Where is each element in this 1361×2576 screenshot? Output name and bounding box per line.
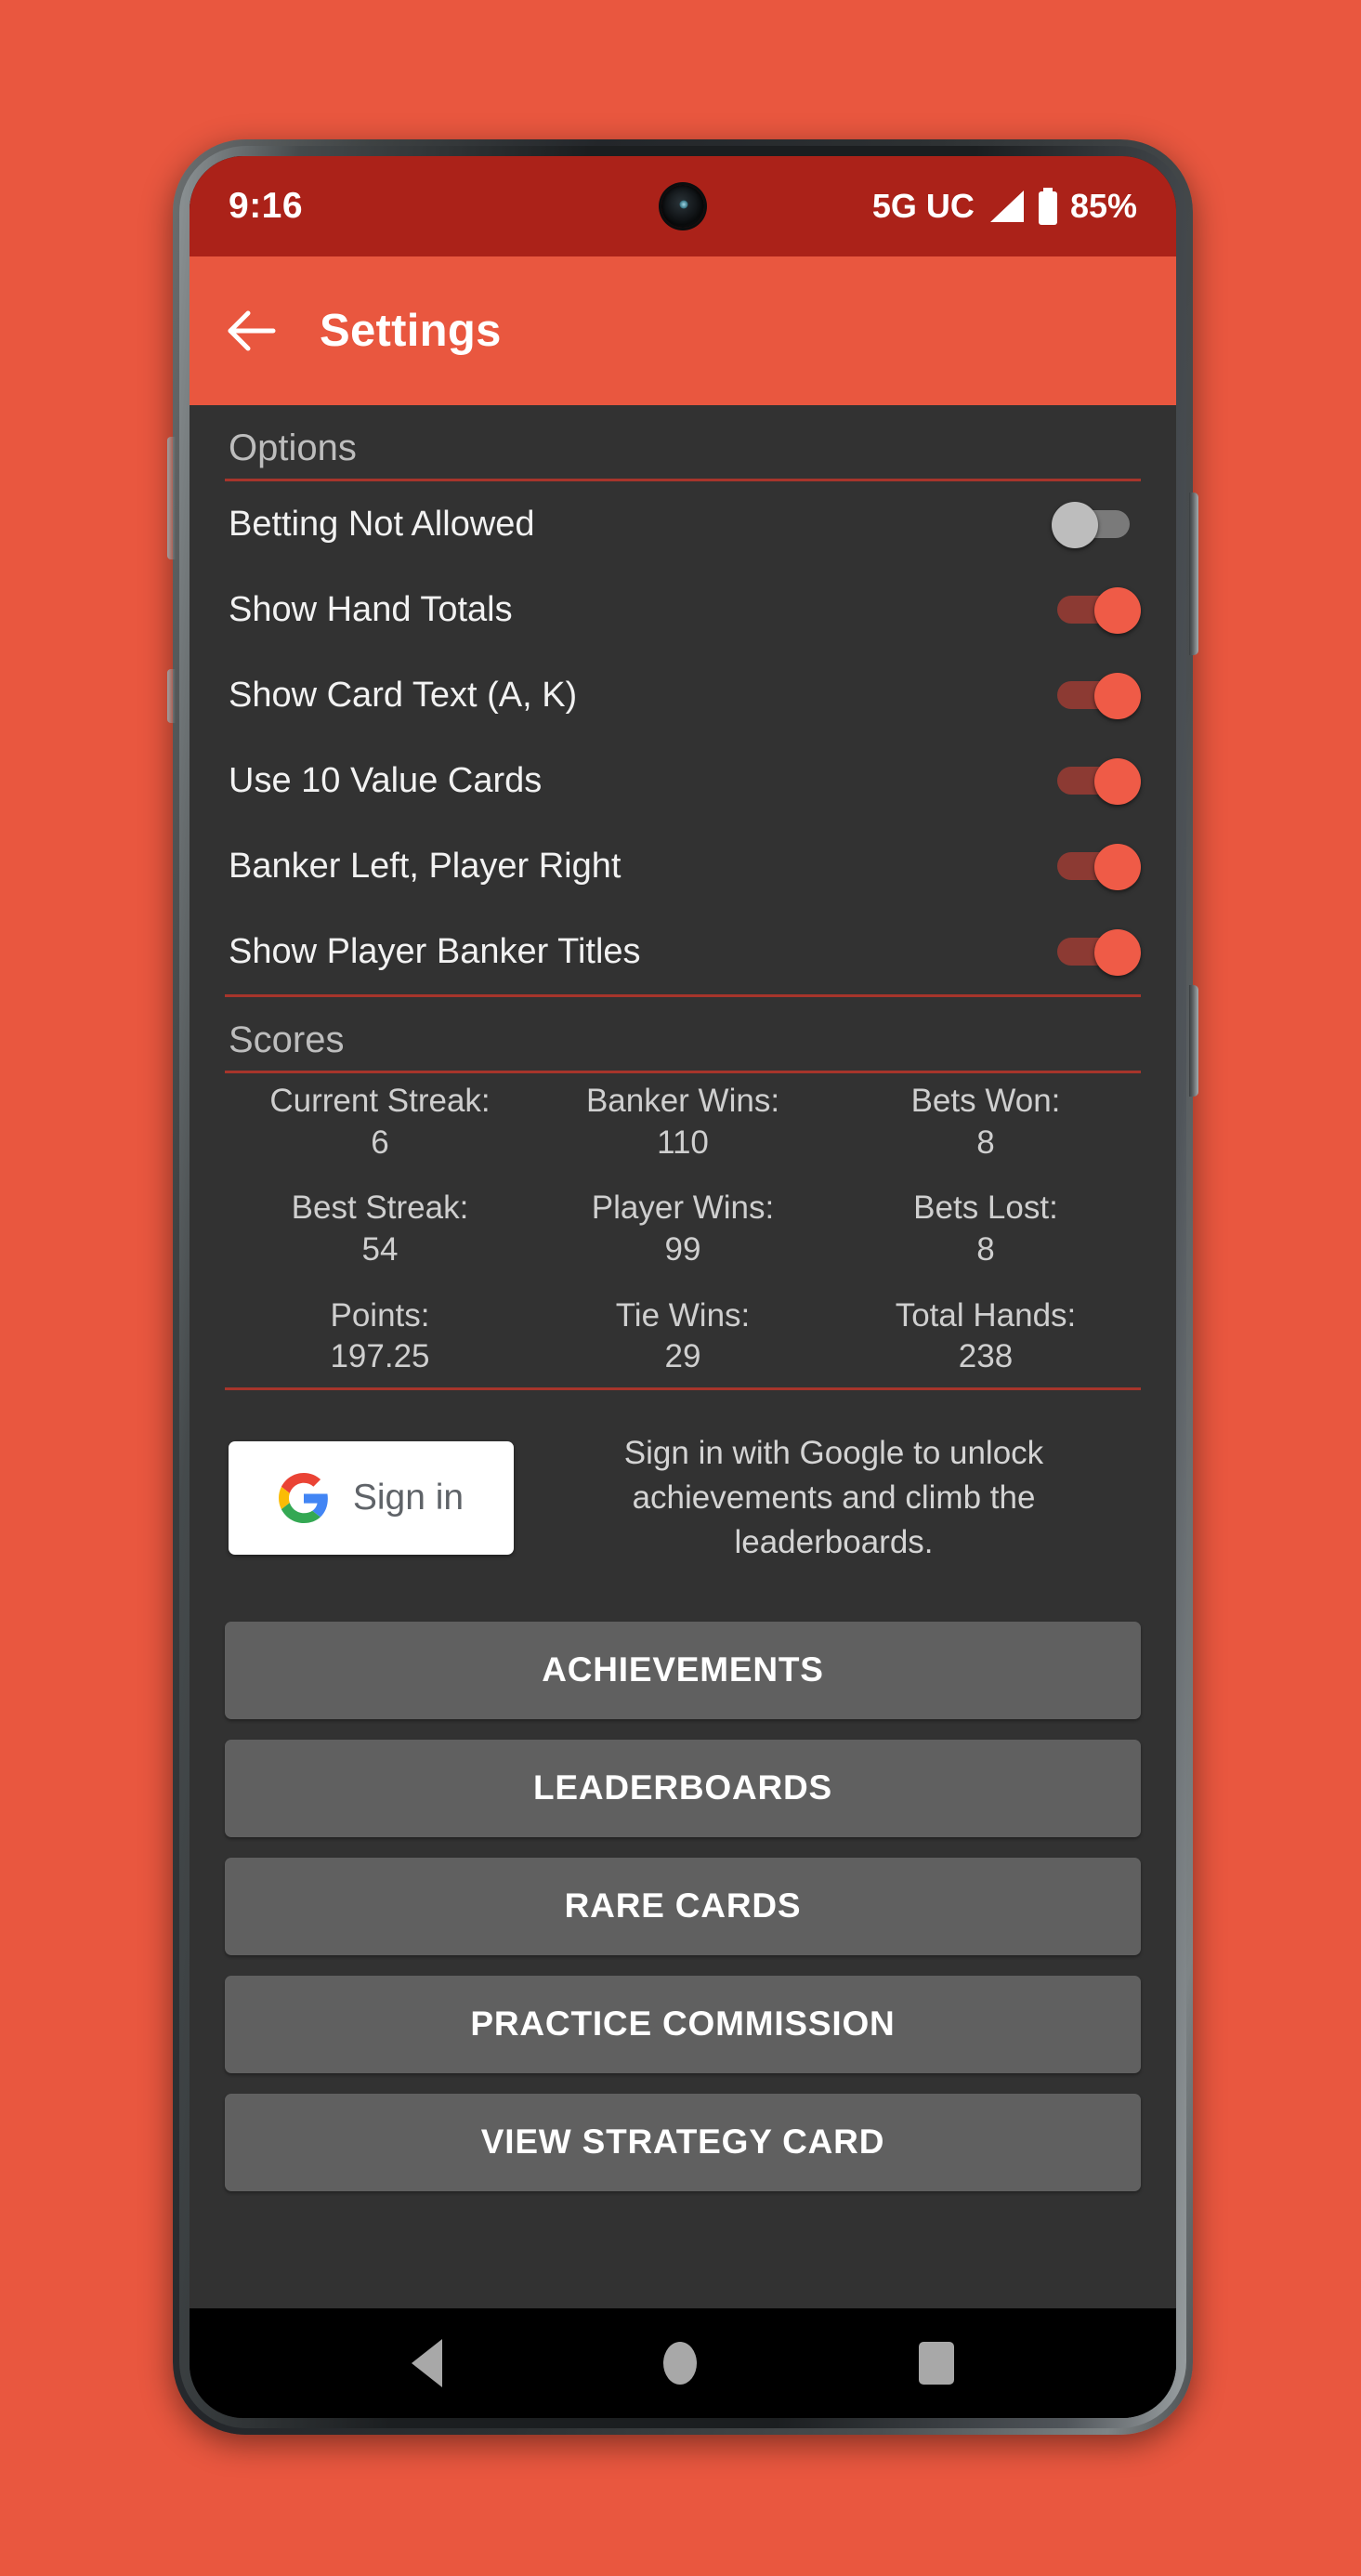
network-type-label: 5G UC [871,187,975,225]
option-row-betting-not-allowed[interactable]: Betting Not Allowed [190,481,1176,567]
view-strategy-card-button[interactable]: VIEW STRATEGY CARD [225,2093,1141,2191]
front-camera-punch-hole-icon [661,185,704,228]
score-label: Current Streak: [269,1083,491,1119]
action-button-list: ACHIEVEMENTS LEADERBOARDS RARE CARDS PRA… [190,1575,1176,2191]
score-value: 99 [664,1231,701,1268]
google-sign-in-label: Sign in [352,1478,465,1518]
option-label: Show Card Text (A, K) [229,675,578,715]
camera-lens-glint [679,200,688,209]
toggle-banker-left-player-right[interactable] [1052,841,1141,891]
app-bar: Settings [190,256,1176,405]
score-label: Player Wins: [591,1189,775,1227]
score-cell-banker-wins: Banker Wins: 110 [531,1081,834,1163]
nav-back-triangle-icon[interactable] [412,2339,443,2387]
page-title: Settings [320,306,502,356]
battery-icon [1038,188,1057,225]
score-cell-best-streak: Best Streak: 54 [229,1188,531,1270]
option-label: Show Player Banker Titles [229,931,641,971]
scores-section-header: Scores [229,1019,345,1060]
google-g-icon [278,1473,328,1524]
score-cell-bets-won: Bets Won: 8 [834,1081,1137,1163]
score-label: Tie Wins: [615,1296,751,1334]
power-button[interactable] [1189,493,1198,655]
toggle-thumb [1094,758,1141,805]
practice-commission-button[interactable]: PRACTICE COMMISSION [225,1975,1141,2073]
phone-screen: 9:16 5G UC 85% Settings Options Betting … [190,156,1176,2418]
toggle-show-hand-totals[interactable] [1052,585,1141,635]
toggle-thumb [1094,844,1141,890]
leaderboards-button[interactable]: LEADERBOARDS [225,1739,1141,1837]
option-label: Banker Left, Player Right [229,846,622,886]
options-section-header: Options [229,427,357,468]
toggle-thumb [1094,587,1141,634]
score-cell-tie-wins: Tie Wins: 29 [531,1295,834,1378]
option-row-show-player-banker-titles[interactable]: Show Player Banker Titles [190,909,1176,994]
option-label: Use 10 Value Cards [229,760,543,800]
settings-scroll-content[interactable]: Options Betting Not Allowed Show Hand To… [190,405,1176,2308]
volume-rocker-left[interactable] [167,437,176,559]
score-label: Best Streak: [291,1189,469,1227]
app-screen: 9:16 5G UC 85% Settings Options Betting … [190,156,1176,2418]
score-value: 54 [361,1231,399,1268]
back-arrow-icon[interactable] [227,309,277,352]
scores-grid: Current Streak: 6 Banker Wins: 110 Bets … [190,1073,1176,1387]
toggle-betting-not-allowed[interactable] [1052,499,1141,549]
phone-device-frame: 9:16 5G UC 85% Settings Options Betting … [173,139,1193,2435]
option-row-use-10-value-cards[interactable]: Use 10 Value Cards [190,738,1176,823]
google-sign-in-button[interactable]: Sign in [229,1441,514,1556]
nav-home-circle-icon[interactable] [663,2342,698,2385]
toggle-use-10-value-cards[interactable] [1052,756,1141,806]
score-cell-current-streak: Current Streak: 6 [229,1081,531,1163]
score-cell-total-hands: Total Hands: 238 [834,1295,1137,1378]
score-value: 29 [664,1338,701,1375]
toggle-show-player-banker-titles[interactable] [1052,927,1141,977]
toggle-show-card-text[interactable] [1052,670,1141,720]
option-row-banker-left-player-right[interactable]: Banker Left, Player Right [190,823,1176,909]
score-label: Points: [330,1296,430,1334]
volume-button-right[interactable] [1189,985,1198,1097]
option-label: Show Hand Totals [229,589,513,629]
score-label: Bets Won: [910,1083,1061,1119]
google-signin-block: Sign in Sign in with Google to unlock ac… [190,1390,1176,1575]
battery-percent-label: 85% [1069,187,1137,225]
signal-bars-icon [989,191,1024,222]
score-value: 6 [371,1124,389,1161]
score-cell-points: Points: 197.25 [229,1295,531,1378]
status-bar-clock: 9:16 [229,186,304,226]
toggle-thumb [1052,502,1098,548]
achievements-button[interactable]: ACHIEVEMENTS [225,1621,1141,1719]
score-label: Total Hands: [895,1296,1077,1334]
android-navigation-bar [190,2308,1176,2418]
score-value: 8 [976,1124,995,1161]
status-bar: 9:16 5G UC 85% [190,156,1176,256]
option-label: Betting Not Allowed [229,504,535,544]
score-cell-player-wins: Player Wins: 99 [531,1188,834,1270]
score-value: 238 [958,1338,1014,1375]
google-signin-description: Sign in with Google to unlock achievemen… [623,1434,1044,1561]
score-cell-bets-lost: Bets Lost: 8 [834,1188,1137,1270]
rare-cards-button[interactable]: RARE CARDS [225,1857,1141,1955]
score-label: Banker Wins: [585,1083,780,1119]
option-row-show-card-text[interactable]: Show Card Text (A, K) [190,652,1176,738]
score-value: 110 [657,1124,709,1161]
score-label: Bets Lost: [913,1189,1058,1227]
toggle-thumb [1094,929,1141,976]
score-value: 197.25 [330,1338,430,1375]
volume-rocker-left-lower[interactable] [167,669,176,723]
option-row-show-hand-totals[interactable]: Show Hand Totals [190,567,1176,652]
toggle-thumb [1094,673,1141,719]
score-value: 8 [976,1231,995,1268]
status-bar-indicators: 5G UC 85% [872,187,1137,226]
nav-recents-square-icon[interactable] [918,2342,954,2385]
